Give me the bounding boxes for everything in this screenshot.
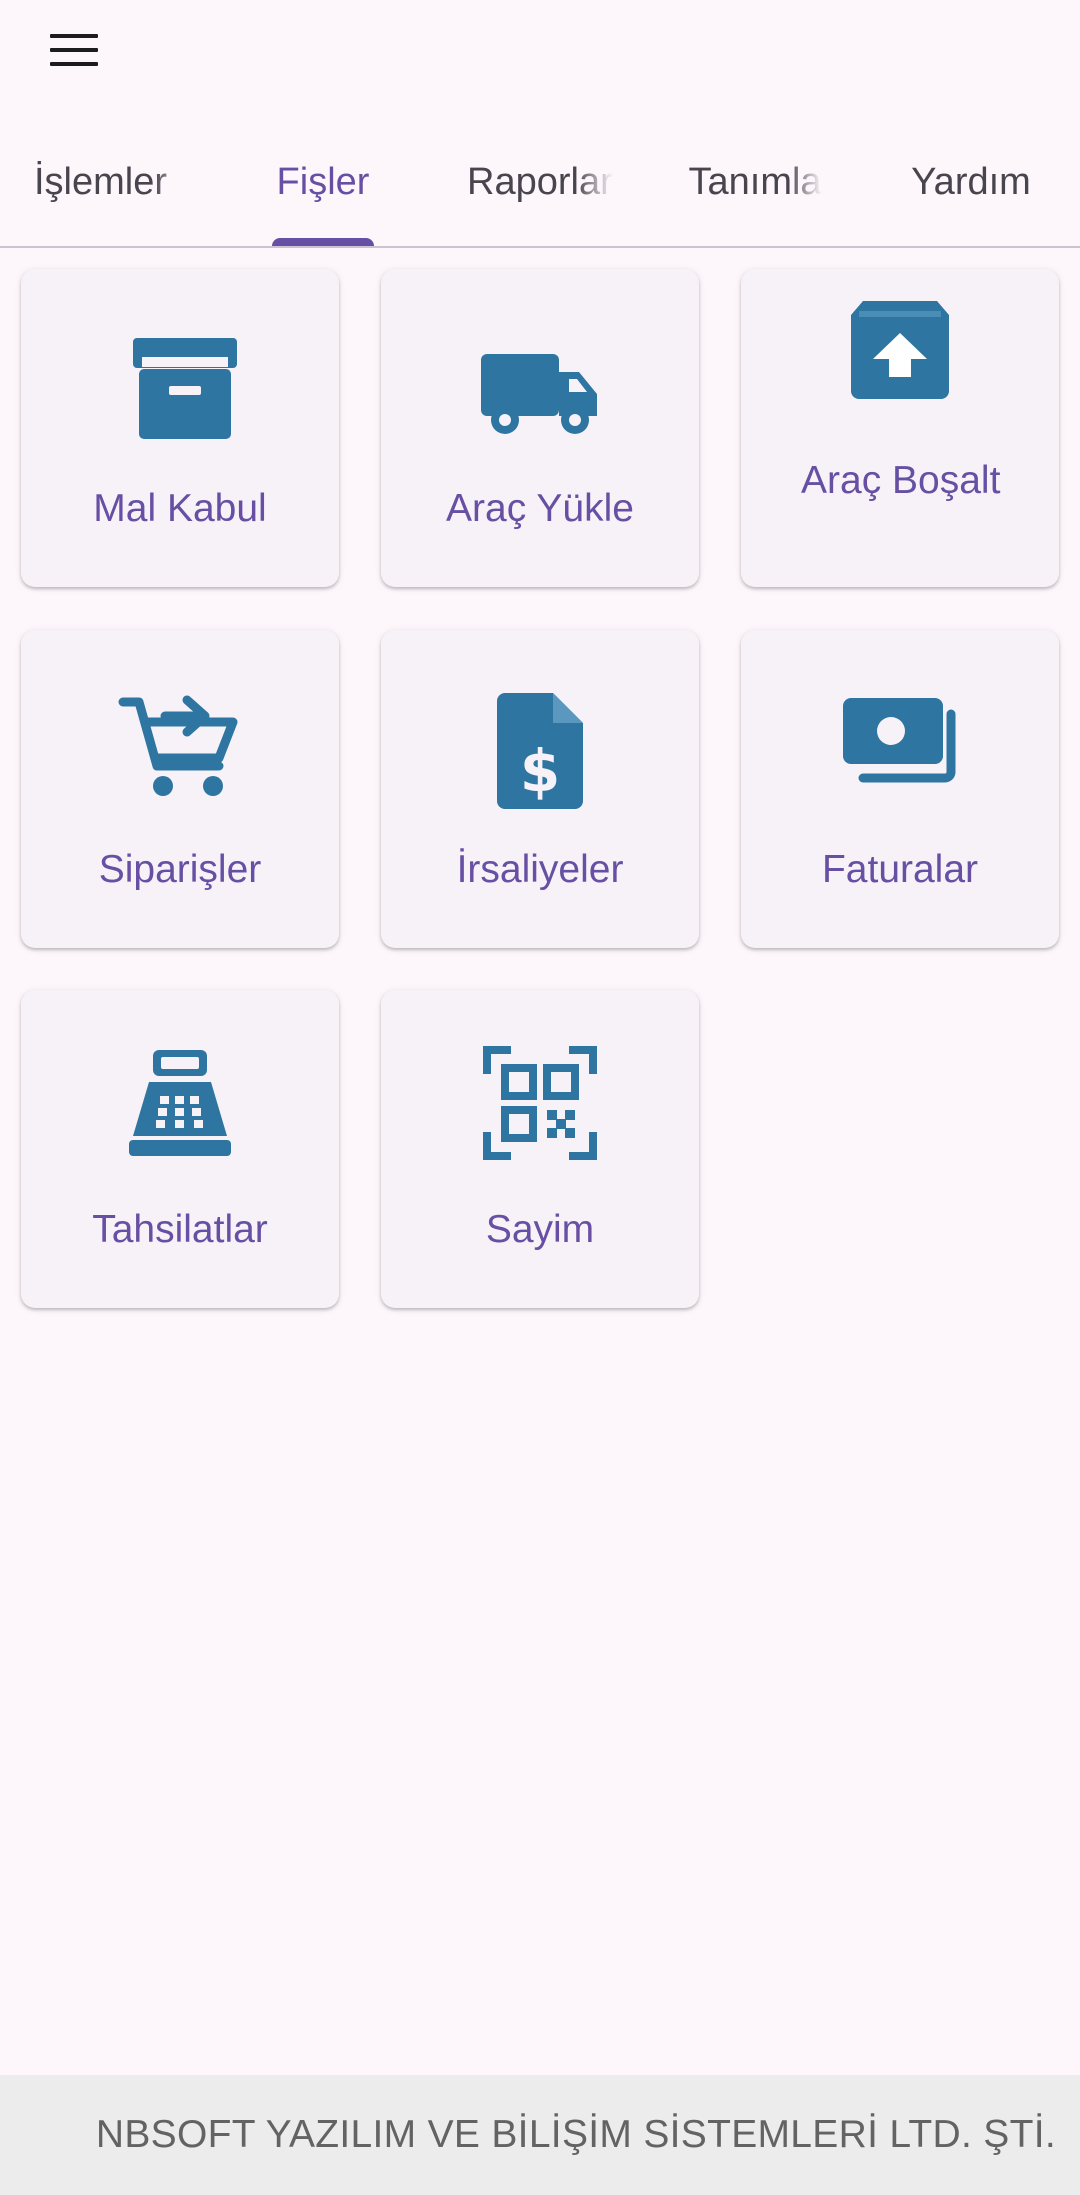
footer-text: NBSOFT YAZILIM VE BİLİŞİM SİSTEMLERİ LTD… bbox=[95, 2113, 1056, 2156]
app-root: İşlemler Fişler Raporlar Tanımlar Yardım bbox=[0, 0, 1080, 2195]
card-label: Sayim bbox=[485, 1208, 595, 1251]
tab-raporlar[interactable]: Raporlar bbox=[440, 118, 640, 246]
card-irsaliyeler[interactable]: $ İrsaliyeler bbox=[381, 630, 699, 948]
tab-label: Tanımlar bbox=[688, 160, 822, 203]
tab-label: Fişler bbox=[276, 160, 370, 203]
app-bar bbox=[0, 0, 1080, 118]
archive-box-icon bbox=[115, 324, 245, 454]
tab-label: Raporlar bbox=[467, 160, 613, 203]
card-label: Siparişler bbox=[98, 848, 262, 891]
card-label: Faturalar bbox=[821, 848, 979, 891]
card-arac-yukle[interactable]: Araç Yükle bbox=[381, 269, 699, 587]
card-tahsilatlar[interactable]: Tahsilatlar bbox=[21, 990, 339, 1308]
card-siparisler[interactable]: Siparişler bbox=[21, 630, 339, 948]
tab-bar: İşlemler Fişler Raporlar Tanımlar Yardım bbox=[0, 118, 1080, 248]
card-label: Araç Yükle bbox=[446, 487, 634, 530]
tab-tanimlar[interactable]: Tanımlar bbox=[655, 118, 855, 246]
card-label: Mal Kabul bbox=[93, 487, 267, 530]
box-unload-icon bbox=[835, 287, 965, 417]
card-sayim[interactable]: Sayim bbox=[381, 990, 699, 1308]
card-mal-kabul[interactable]: Mal Kabul bbox=[21, 269, 339, 587]
tab-islemler[interactable]: İşlemler bbox=[14, 118, 214, 246]
card-arac-bosalt[interactable]: Araç Boşalt bbox=[741, 269, 1059, 587]
money-bill-icon bbox=[835, 674, 965, 804]
tab-yardim[interactable]: Yardım bbox=[871, 118, 1071, 246]
tab-label: Yardım bbox=[911, 160, 1031, 203]
tab-label: İşlemler bbox=[34, 160, 168, 203]
qr-code-icon bbox=[475, 1038, 605, 1168]
cash-register-icon bbox=[115, 1038, 245, 1168]
invoice-dollar-icon: $ bbox=[475, 685, 605, 815]
footer: NBSOFT YAZILIM VE BİLİŞİM SİSTEMLERİ LTD… bbox=[0, 2075, 1080, 2195]
card-label: Araç Boşalt bbox=[801, 459, 1001, 502]
cart-arrow-icon bbox=[115, 678, 245, 808]
menu-icon[interactable] bbox=[38, 20, 110, 80]
card-label: Tahsilatlar bbox=[92, 1208, 268, 1251]
tab-indicator bbox=[272, 238, 374, 246]
truck-icon bbox=[475, 324, 605, 454]
svg-text:$: $ bbox=[520, 737, 560, 805]
card-faturalar[interactable]: Faturalar bbox=[741, 630, 1059, 948]
card-label: İrsaliyeler bbox=[456, 848, 624, 891]
tab-fisler[interactable]: Fişler bbox=[223, 118, 423, 246]
